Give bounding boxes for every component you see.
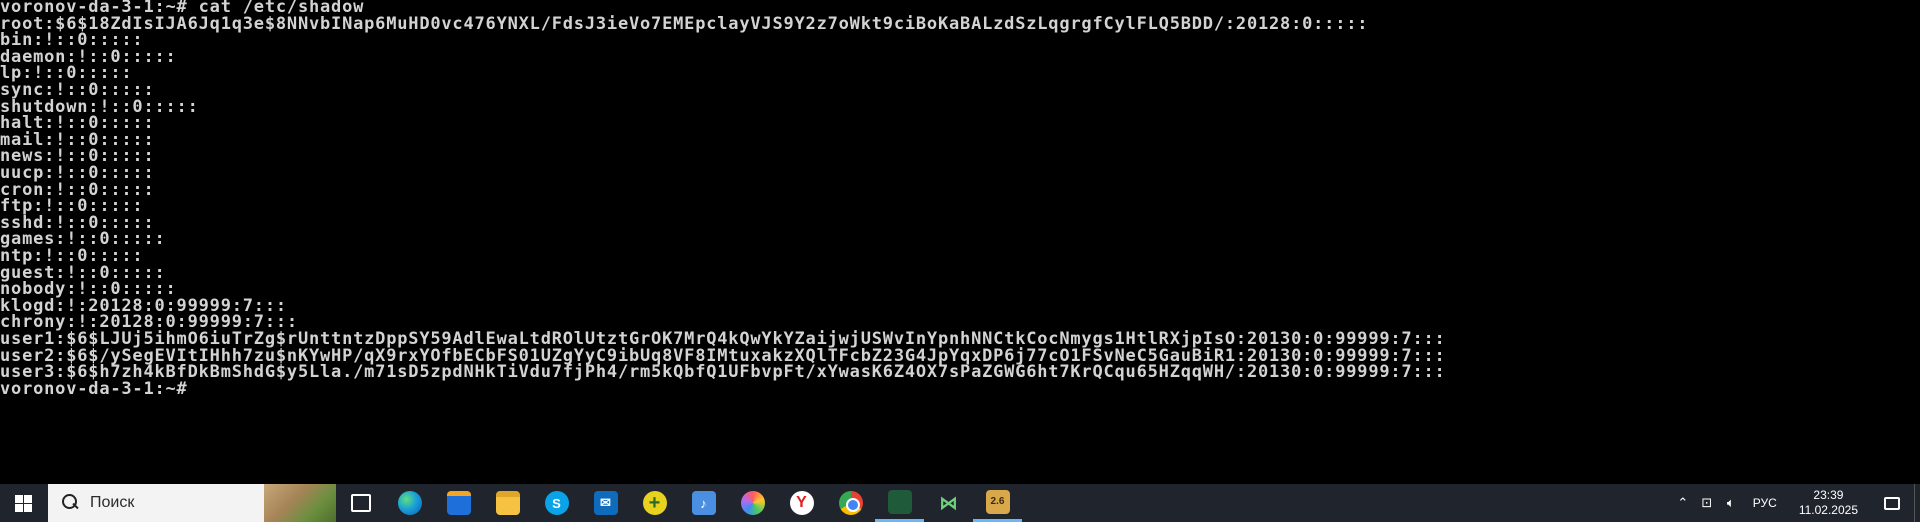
chrome-icon	[838, 491, 863, 515]
network-icon[interactable]: ⊡	[1695, 484, 1719, 522]
terminal-window[interactable]: voronov-da-3-1:~# cat /etc/shadow root:$6…	[0, 0, 1920, 484]
audio-app-icon: ♪	[691, 491, 716, 515]
taskbar-plus-app[interactable]: +	[630, 484, 679, 522]
taskbar-audio-app[interactable]: ♪	[679, 484, 728, 522]
taskbar-edge[interactable]	[385, 484, 434, 522]
terminal-app-icon	[887, 489, 912, 514]
taskbar-mail[interactable]: ✉	[581, 484, 630, 522]
taskbar-skype[interactable]: S	[532, 484, 581, 522]
task-view-icon	[350, 494, 371, 512]
yandex-browser-icon: Y	[789, 491, 814, 515]
notification-center-button[interactable]	[1870, 484, 1914, 522]
mail-icon: ✉	[593, 491, 618, 515]
taskbar-search-box[interactable]: Поиск	[48, 484, 336, 522]
system-tray: ⌃ ⊡ 🔈︎ РУС 23:39 11.02.2025	[1671, 484, 1920, 522]
virtualbox-icon: 2.6	[985, 489, 1010, 514]
search-placeholder: Поиск	[90, 494, 135, 511]
store-icon	[446, 491, 471, 515]
show-desktop-button[interactable]	[1914, 484, 1920, 522]
taskbar-virtualbox[interactable]: 2.6	[973, 484, 1022, 522]
taskbar-photos[interactable]	[728, 484, 777, 522]
terminal-output-line: user3:$6$h7zh4kBfDkBmShdG$y5Lla./m71sD5z…	[0, 362, 1446, 383]
clock-date: 11.02.2025	[1798, 503, 1858, 517]
clock-time: 23:39	[1813, 488, 1844, 502]
taskbar-store[interactable]	[434, 484, 483, 522]
plus-app-icon: +	[642, 491, 667, 515]
photos-icon	[740, 491, 765, 515]
skype-icon: S	[544, 491, 569, 515]
volume-icon[interactable]: 🔈︎	[1719, 484, 1743, 522]
terminal-output-line: root:$6$18ZdIsIJA6Jq1q3e$8NNvbINap6MuHD0…	[0, 13, 1369, 34]
file-explorer-icon	[495, 491, 520, 515]
taskbar-chrome[interactable]	[826, 484, 875, 522]
edge-icon	[397, 491, 422, 515]
taskbar-task-view[interactable]	[336, 484, 385, 522]
taskbar: Поиск S ✉ + ♪ Y ⋈ 2.6 ⌃ ⊡ 🔈︎ РУС 23:39 1…	[0, 484, 1920, 522]
clock[interactable]: 23:39 11.02.2025	[1787, 488, 1870, 518]
vscode-icon: ⋈	[939, 492, 958, 513]
taskbar-yandex-browser[interactable]: Y	[777, 484, 826, 522]
start-button[interactable]	[0, 484, 46, 522]
taskbar-terminal-app[interactable]	[875, 484, 924, 522]
search-highlight-image	[264, 484, 336, 522]
search-icon	[62, 494, 80, 512]
input-language-indicator[interactable]: РУС	[1743, 496, 1787, 510]
terminal-prompt-line: voronov-da-3-1:~#	[0, 378, 188, 399]
taskbar-vscode[interactable]: ⋈	[924, 484, 973, 522]
show-hidden-icons-chevron-icon[interactable]: ⌃	[1671, 484, 1695, 522]
windows-logo-icon	[14, 494, 32, 512]
notification-icon	[1884, 496, 1900, 510]
taskbar-file-explorer[interactable]	[483, 484, 532, 522]
